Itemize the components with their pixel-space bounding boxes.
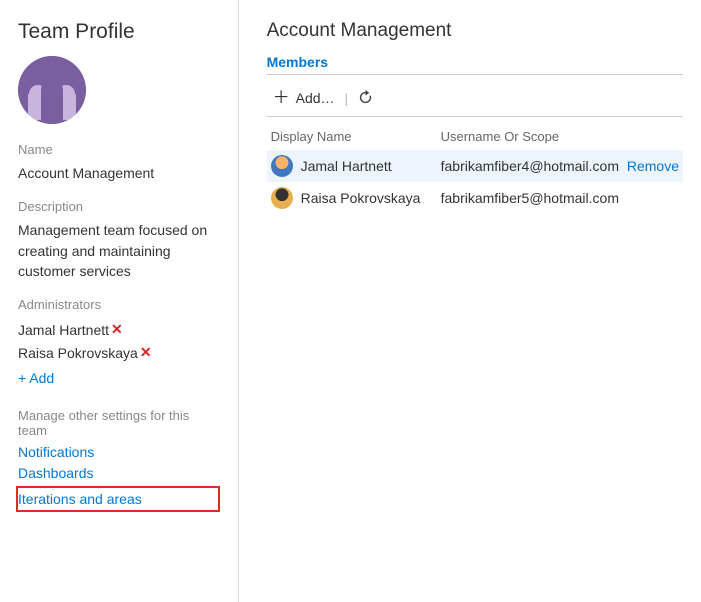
settings-list: Notifications Dashboards Iterations and …	[18, 444, 220, 512]
member-username: fabrikamfiber5@hotmail.com	[441, 190, 619, 206]
notifications-link[interactable]: Notifications	[18, 444, 220, 460]
member-name: Jamal Hartnett	[301, 158, 441, 174]
avatar	[271, 187, 293, 209]
tab-bar: Members	[267, 54, 683, 75]
refresh-icon	[358, 90, 373, 105]
administrators-label: Administrators	[18, 297, 220, 312]
member-name: Raisa Pokrovskaya	[301, 190, 441, 206]
description-value: Management team focused on creating and …	[18, 220, 220, 281]
name-value: Account Management	[18, 163, 220, 183]
table-row[interactable]: Jamal Hartnett fabrikamfiber4@hotmail.co…	[267, 150, 683, 182]
team-avatar	[18, 56, 86, 124]
sidebar: Team Profile Name Account Management Des…	[0, 0, 239, 602]
plus-icon: ＋	[273, 89, 290, 106]
remove-member-link[interactable]: Remove	[627, 158, 679, 174]
avatar	[271, 155, 293, 177]
toolbar: ＋ Add… |	[267, 81, 683, 117]
iterations-and-areas-link[interactable]: Iterations and areas	[18, 491, 142, 507]
sidebar-title: Team Profile	[18, 20, 220, 44]
table-row[interactable]: Raisa Pokrovskaya fabrikamfiber5@hotmail…	[267, 182, 683, 214]
member-username: fabrikamfiber4@hotmail.com	[441, 158, 619, 174]
main-panel: Account Management Members ＋ Add… | Disp…	[239, 0, 701, 602]
page-title: Account Management	[267, 20, 683, 42]
admin-name: Raisa Pokrovskaya	[18, 345, 138, 361]
name-label: Name	[18, 142, 220, 157]
refresh-button[interactable]	[358, 90, 373, 105]
table-header: Display Name Username Or Scope	[267, 123, 683, 150]
column-username: Username Or Scope	[441, 129, 609, 144]
admin-row: Raisa Pokrovskaya ✕	[18, 341, 220, 364]
manage-settings-label: Manage other settings for this team	[18, 408, 220, 438]
dashboards-link[interactable]: Dashboards	[18, 465, 220, 481]
admin-row: Jamal Hartnett ✕	[18, 318, 220, 341]
add-button-label: Add…	[296, 90, 335, 106]
remove-admin-icon[interactable]: ✕	[140, 344, 152, 361]
remove-admin-icon[interactable]: ✕	[111, 321, 123, 338]
description-label: Description	[18, 199, 220, 214]
tab-members[interactable]: Members	[267, 54, 328, 70]
admin-list: Jamal Hartnett ✕ Raisa Pokrovskaya ✕	[18, 318, 220, 364]
admin-name: Jamal Hartnett	[18, 322, 109, 338]
add-member-button[interactable]: ＋ Add…	[273, 89, 335, 106]
separator: |	[345, 90, 349, 106]
add-admin-link[interactable]: + Add	[18, 370, 220, 386]
highlight-annotation: Iterations and areas	[16, 486, 220, 512]
column-display-name: Display Name	[271, 129, 441, 144]
